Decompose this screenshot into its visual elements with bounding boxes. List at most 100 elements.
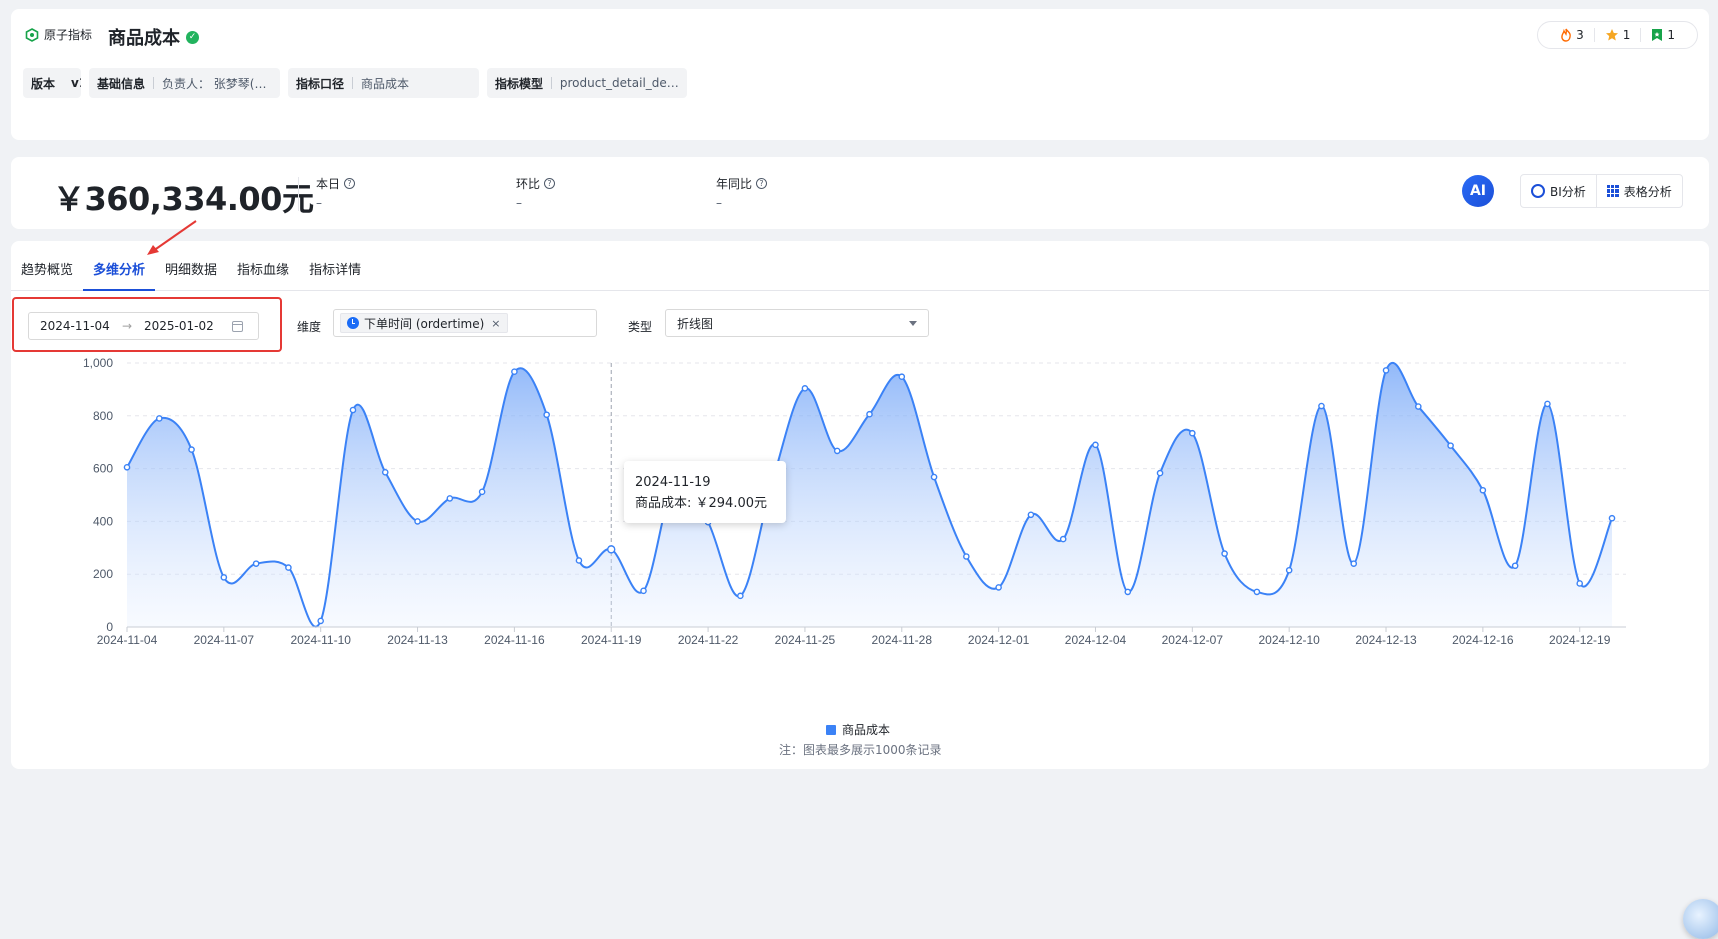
meta-value: 商品成本 — [361, 76, 410, 91]
legend-label: 商品成本 — [842, 723, 891, 737]
data-point — [1447, 442, 1454, 449]
data-point — [1415, 403, 1422, 410]
fire-icon — [1561, 28, 1571, 42]
dimension-tag: 下单时间 (ordertime) × — [340, 313, 508, 333]
dimension-label: 维度 — [297, 320, 322, 334]
stats-pill: 3 1 1 — [1537, 21, 1698, 49]
chart-type-select[interactable]: 折线图 — [665, 309, 929, 337]
help-icon[interactable]: ? — [544, 178, 556, 189]
x-tick-label: 2024-11-28 — [872, 633, 933, 647]
calendar-icon[interactable] — [232, 320, 243, 332]
y-tick-label: 1,000 — [83, 356, 113, 370]
table-grid-icon — [1606, 185, 1619, 197]
meta-value: 负责人： 张梦琴(hz... — [161, 76, 272, 91]
x-tick-label: 2024-12-13 — [1355, 633, 1417, 647]
kpi-value: – — [716, 196, 722, 210]
annotation-arrow — [147, 220, 197, 255]
data-point — [898, 373, 906, 381]
analysis-toolbar: BI分析 表格分析 — [1520, 174, 1683, 208]
data-point — [1350, 560, 1358, 567]
x-tick-label: 2024-12-16 — [1452, 633, 1514, 647]
value-divider — [298, 177, 299, 211]
x-tick-label: 2024-11-10 — [290, 633, 351, 647]
tooltip-date: 2024-11-19 — [635, 475, 711, 490]
tab-lineage[interactable]: 指标血缘 — [227, 259, 299, 290]
chart-note: 注：图表最多展示1000条记录 — [779, 743, 942, 757]
star-count: 1 — [1622, 28, 1631, 42]
help-icon[interactable]: ? — [344, 178, 356, 189]
data-point — [188, 446, 195, 453]
table-analysis-label: 表格分析 — [1623, 184, 1672, 199]
hot-count: 3 — [1576, 28, 1584, 42]
data-point — [1382, 367, 1390, 374]
cost-trend-chart: 0 200 400 600 800 1,000 2024-11-04 2024-11-07 20… — [83, 356, 1626, 647]
end-date-input[interactable]: 2025-01-02 — [144, 319, 226, 333]
data-point — [1479, 486, 1487, 494]
data-point — [349, 406, 357, 414]
x-tick-label: 2024-11-13 — [387, 633, 448, 647]
page-title: 商品成本 ✓ — [108, 24, 199, 50]
kpi-yoy: 年同比? – — [716, 175, 768, 210]
bi-icon — [1531, 184, 1545, 198]
data-point — [543, 411, 550, 419]
meta-chip-basic-info[interactable]: 基础信息 负责人： 张梦琴(hz... — [89, 68, 280, 98]
table-analysis-button[interactable]: 表格分析 — [1595, 175, 1682, 207]
x-tick-label: 2024-11-19 — [581, 633, 642, 647]
meta-chip-model[interactable]: 指标模型 product_detail_demo... — [487, 68, 687, 98]
data-point — [1221, 550, 1228, 557]
metric-meta-row: 版本 v1 基础信息 负责人： 张梦琴(hz... 指标口径 商品成本 指标模型… — [23, 68, 687, 98]
chart-type-label: 类型 — [628, 320, 653, 334]
meta-divider — [551, 77, 552, 89]
close-icon[interactable]: × — [491, 317, 500, 330]
analysis-card: 趋势概览 多维分析 明细数据 指标血缘 指标详情 2024-11-04 → 20… — [11, 220, 1718, 939]
dimension-tag-label: 下单时间 (ordertime) — [364, 316, 485, 331]
data-point — [381, 468, 389, 476]
data-point — [1189, 429, 1196, 437]
x-tick-label: 2024-11-16 — [484, 633, 545, 647]
data-point — [963, 553, 970, 560]
tab-detail-data[interactable]: 明细数据 — [155, 259, 227, 290]
tab-metric-details[interactable]: 指标详情 — [299, 259, 371, 290]
kpi-mom: 环比? – — [516, 175, 556, 210]
chart-tooltip: 2024-11-19 商品成本: ￥294.00元 — [624, 461, 786, 523]
verified-icon: ✓ — [186, 30, 199, 44]
kpi-label: 本日 — [316, 177, 341, 191]
start-date-input[interactable]: 2024-11-04 — [40, 319, 122, 333]
meta-value: product_detail_demo... — [559, 76, 679, 90]
bi-analysis-button[interactable]: BI分析 — [1521, 175, 1596, 207]
hot-stat[interactable]: 3 — [1550, 28, 1594, 42]
y-tick-label: 800 — [93, 409, 113, 423]
bookmark-icon — [1652, 29, 1663, 41]
tab-multidim-analysis[interactable]: 多维分析 — [83, 259, 156, 291]
x-tick-label: 2024-12-10 — [1258, 633, 1320, 647]
meta-key: 指标口径 — [296, 76, 345, 91]
help-icon[interactable]: ? — [756, 178, 768, 189]
bookmark-stat[interactable]: 1 — [1640, 28, 1685, 42]
x-tick-label: 2024-12-19 — [1549, 633, 1611, 647]
meta-divider — [352, 77, 354, 89]
data-point — [930, 473, 938, 481]
data-point — [123, 463, 131, 471]
meta-divider — [153, 77, 154, 89]
data-point — [866, 410, 873, 418]
meta-chip-caliber[interactable]: 指标口径 商品成本 — [288, 68, 479, 98]
ai-assistant-button[interactable]: AI — [1462, 175, 1494, 207]
chevron-down-icon — [909, 320, 917, 326]
tab-trend-overview[interactable]: 趋势概览 — [11, 259, 83, 290]
date-range-picker[interactable]: 2024-11-04 → 2025-01-02 — [28, 312, 259, 340]
chart-legend[interactable]: 商品成本 — [826, 721, 890, 738]
data-point — [737, 592, 744, 600]
chart-area — [126, 361, 1613, 628]
assistant-avatar[interactable] — [1683, 899, 1718, 939]
y-tick-label: 0 — [106, 620, 113, 634]
dimension-select[interactable]: 下单时间 (ordertime) × — [333, 309, 597, 337]
x-tick-label: 2024-12-04 — [1065, 633, 1127, 647]
atom-metric-text: 原子指标 — [44, 28, 93, 42]
data-point — [252, 560, 260, 567]
metric-name-text: 商品成本 — [108, 28, 180, 49]
atom-metric-label: 原子指标 — [25, 26, 92, 43]
data-point — [833, 447, 841, 455]
data-point — [1059, 535, 1067, 543]
x-tick-label: 2024-11-07 — [194, 633, 255, 647]
star-stat[interactable]: 1 — [1593, 28, 1641, 42]
